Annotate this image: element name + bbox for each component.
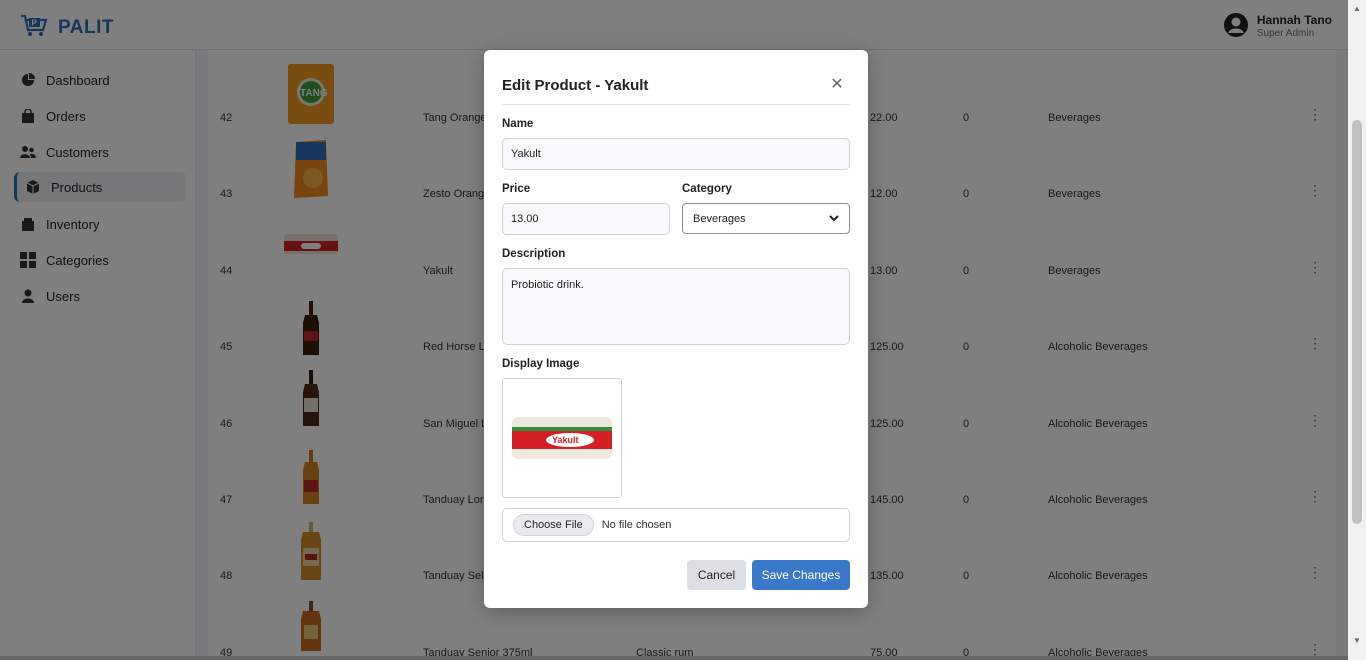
save-changes-button[interactable]: Save Changes [752, 560, 850, 590]
chevron-down-icon [829, 213, 839, 225]
scroll-up-icon[interactable]: ▲ [1352, 4, 1362, 14]
scroll-thumb[interactable] [1352, 120, 1362, 524]
category-label: Category [682, 183, 732, 195]
category-select[interactable]: Beverages [682, 203, 850, 234]
modal-title: Edit Product - Yakult [502, 77, 649, 94]
cancel-button[interactable]: Cancel [687, 560, 746, 590]
yakult-product-image: Yakult [512, 417, 612, 459]
choose-file-button[interactable]: Choose File [513, 514, 594, 536]
description-label: Description [502, 248, 566, 260]
price-label: Price [502, 183, 531, 195]
close-icon[interactable]: ✕ [830, 77, 844, 93]
name-label: Name [502, 118, 534, 130]
display-image-label: Display Image [502, 358, 580, 370]
display-image-preview: Yakult [502, 378, 622, 498]
page-scrollbar[interactable]: ▲ ▼ [1348, 0, 1366, 660]
modal-divider [502, 104, 850, 105]
edit-product-modal: Edit Product - Yakult ✕ Name Yakult Pric… [484, 50, 868, 608]
name-input[interactable]: Yakult [502, 138, 850, 170]
scroll-down-icon[interactable]: ▼ [1352, 636, 1362, 646]
description-textarea[interactable]: Probiotic drink. [502, 268, 850, 345]
bottom-edge [0, 656, 1348, 660]
file-input[interactable]: Choose File No file chosen [502, 508, 850, 542]
file-status: No file chosen [601, 519, 672, 531]
price-input[interactable]: 13.00 [502, 203, 670, 235]
yakult-logo-text: Yakult [552, 435, 579, 445]
